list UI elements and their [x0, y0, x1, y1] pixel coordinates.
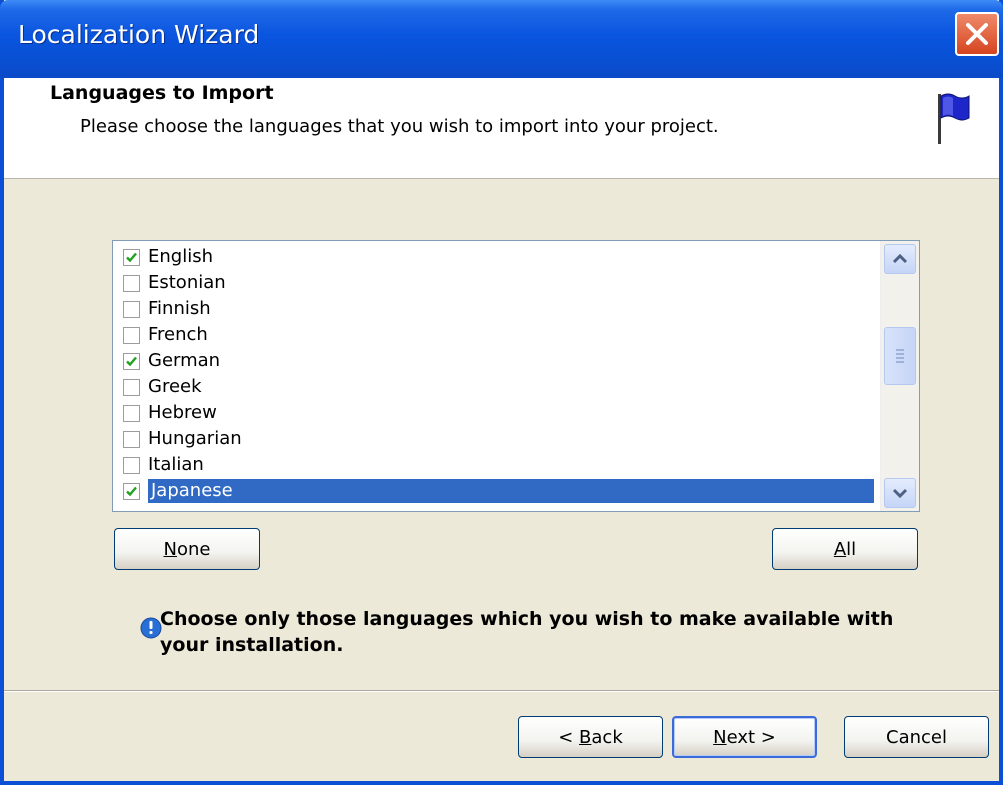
back-button-prefix: < — [558, 726, 580, 748]
list-item[interactable]: Japanese — [123, 478, 875, 504]
all-button-label: ll — [846, 538, 857, 560]
list-item[interactable]: Hungarian — [123, 427, 242, 451]
title-bar[interactable]: Localization Wizard — [0, 0, 1003, 78]
footer-divider-highlight — [4, 691, 999, 692]
language-checkbox[interactable] — [123, 430, 140, 448]
next-button-mnemonic: N — [713, 726, 727, 748]
language-label: Italian — [148, 454, 204, 475]
info-icon — [140, 617, 162, 639]
next-button-label: ext > — [726, 726, 776, 748]
language-label: Greek — [148, 376, 202, 397]
language-checkbox[interactable] — [123, 456, 140, 474]
close-button[interactable] — [955, 12, 999, 56]
language-checkbox[interactable] — [123, 326, 140, 344]
language-label: Estonian — [148, 272, 226, 293]
list-item[interactable]: French — [123, 323, 208, 347]
back-button-label: ack — [591, 726, 623, 748]
none-button[interactable]: None — [114, 528, 260, 570]
checkmark-icon — [126, 486, 137, 496]
vertical-scrollbar[interactable] — [880, 241, 919, 511]
checkmark-icon — [126, 252, 137, 262]
chevron-up-icon — [892, 253, 908, 264]
language-checkbox[interactable] — [123, 352, 140, 370]
scroll-down-button[interactable] — [884, 478, 916, 508]
window-title: Localization Wizard — [18, 20, 260, 49]
chevron-down-icon — [892, 488, 908, 499]
scroll-thumb[interactable] — [884, 327, 916, 385]
checkmark-icon — [126, 356, 137, 366]
language-label: Hungarian — [148, 428, 242, 449]
languages-listbox[interactable]: English Estonian Finnish French German Greek H… — [112, 240, 920, 512]
language-label: French — [148, 324, 208, 345]
wizard-window: Localization Wizard Languages to Import … — [0, 0, 1003, 785]
all-button[interactable]: All — [772, 528, 918, 570]
language-label: Hebrew — [148, 402, 217, 423]
flag-icon — [938, 93, 970, 144]
list-item[interactable]: Finnish — [123, 297, 211, 321]
language-checkbox[interactable] — [123, 482, 140, 500]
language-checkbox[interactable] — [123, 378, 140, 396]
close-icon — [966, 23, 988, 45]
language-label: Finnish — [148, 298, 211, 319]
all-button-mnemonic: A — [833, 538, 847, 560]
info-message: Choose only those languages which you wi… — [160, 608, 894, 656]
language-label: German — [148, 350, 221, 371]
list-item[interactable]: Italian — [123, 453, 204, 477]
list-item[interactable]: German — [123, 349, 220, 373]
cancel-button[interactable]: Cancel — [844, 716, 989, 758]
page-title: Languages to Import — [50, 82, 274, 104]
language-checkbox[interactable] — [123, 248, 140, 266]
list-item[interactable]: Hebrew — [123, 401, 217, 425]
back-button-mnemonic: B — [579, 726, 592, 748]
language-checkbox[interactable] — [123, 274, 140, 292]
list-item[interactable]: Greek — [123, 375, 202, 399]
grip-icon — [896, 349, 904, 363]
language-label: Japanese — [147, 478, 875, 504]
scroll-up-button[interactable] — [884, 244, 916, 274]
page-subtitle: Please choose the languages that you wis… — [80, 116, 719, 137]
back-button[interactable]: < Back — [518, 716, 663, 758]
language-checkbox[interactable] — [123, 404, 140, 422]
language-checkbox[interactable] — [123, 300, 140, 318]
language-label: English — [148, 246, 213, 267]
list-item[interactable]: English — [123, 245, 213, 269]
next-button[interactable]: Next > — [672, 716, 817, 758]
list-item[interactable]: Estonian — [123, 271, 226, 295]
none-button-mnemonic: N — [163, 538, 177, 560]
none-button-label: one — [176, 538, 211, 560]
